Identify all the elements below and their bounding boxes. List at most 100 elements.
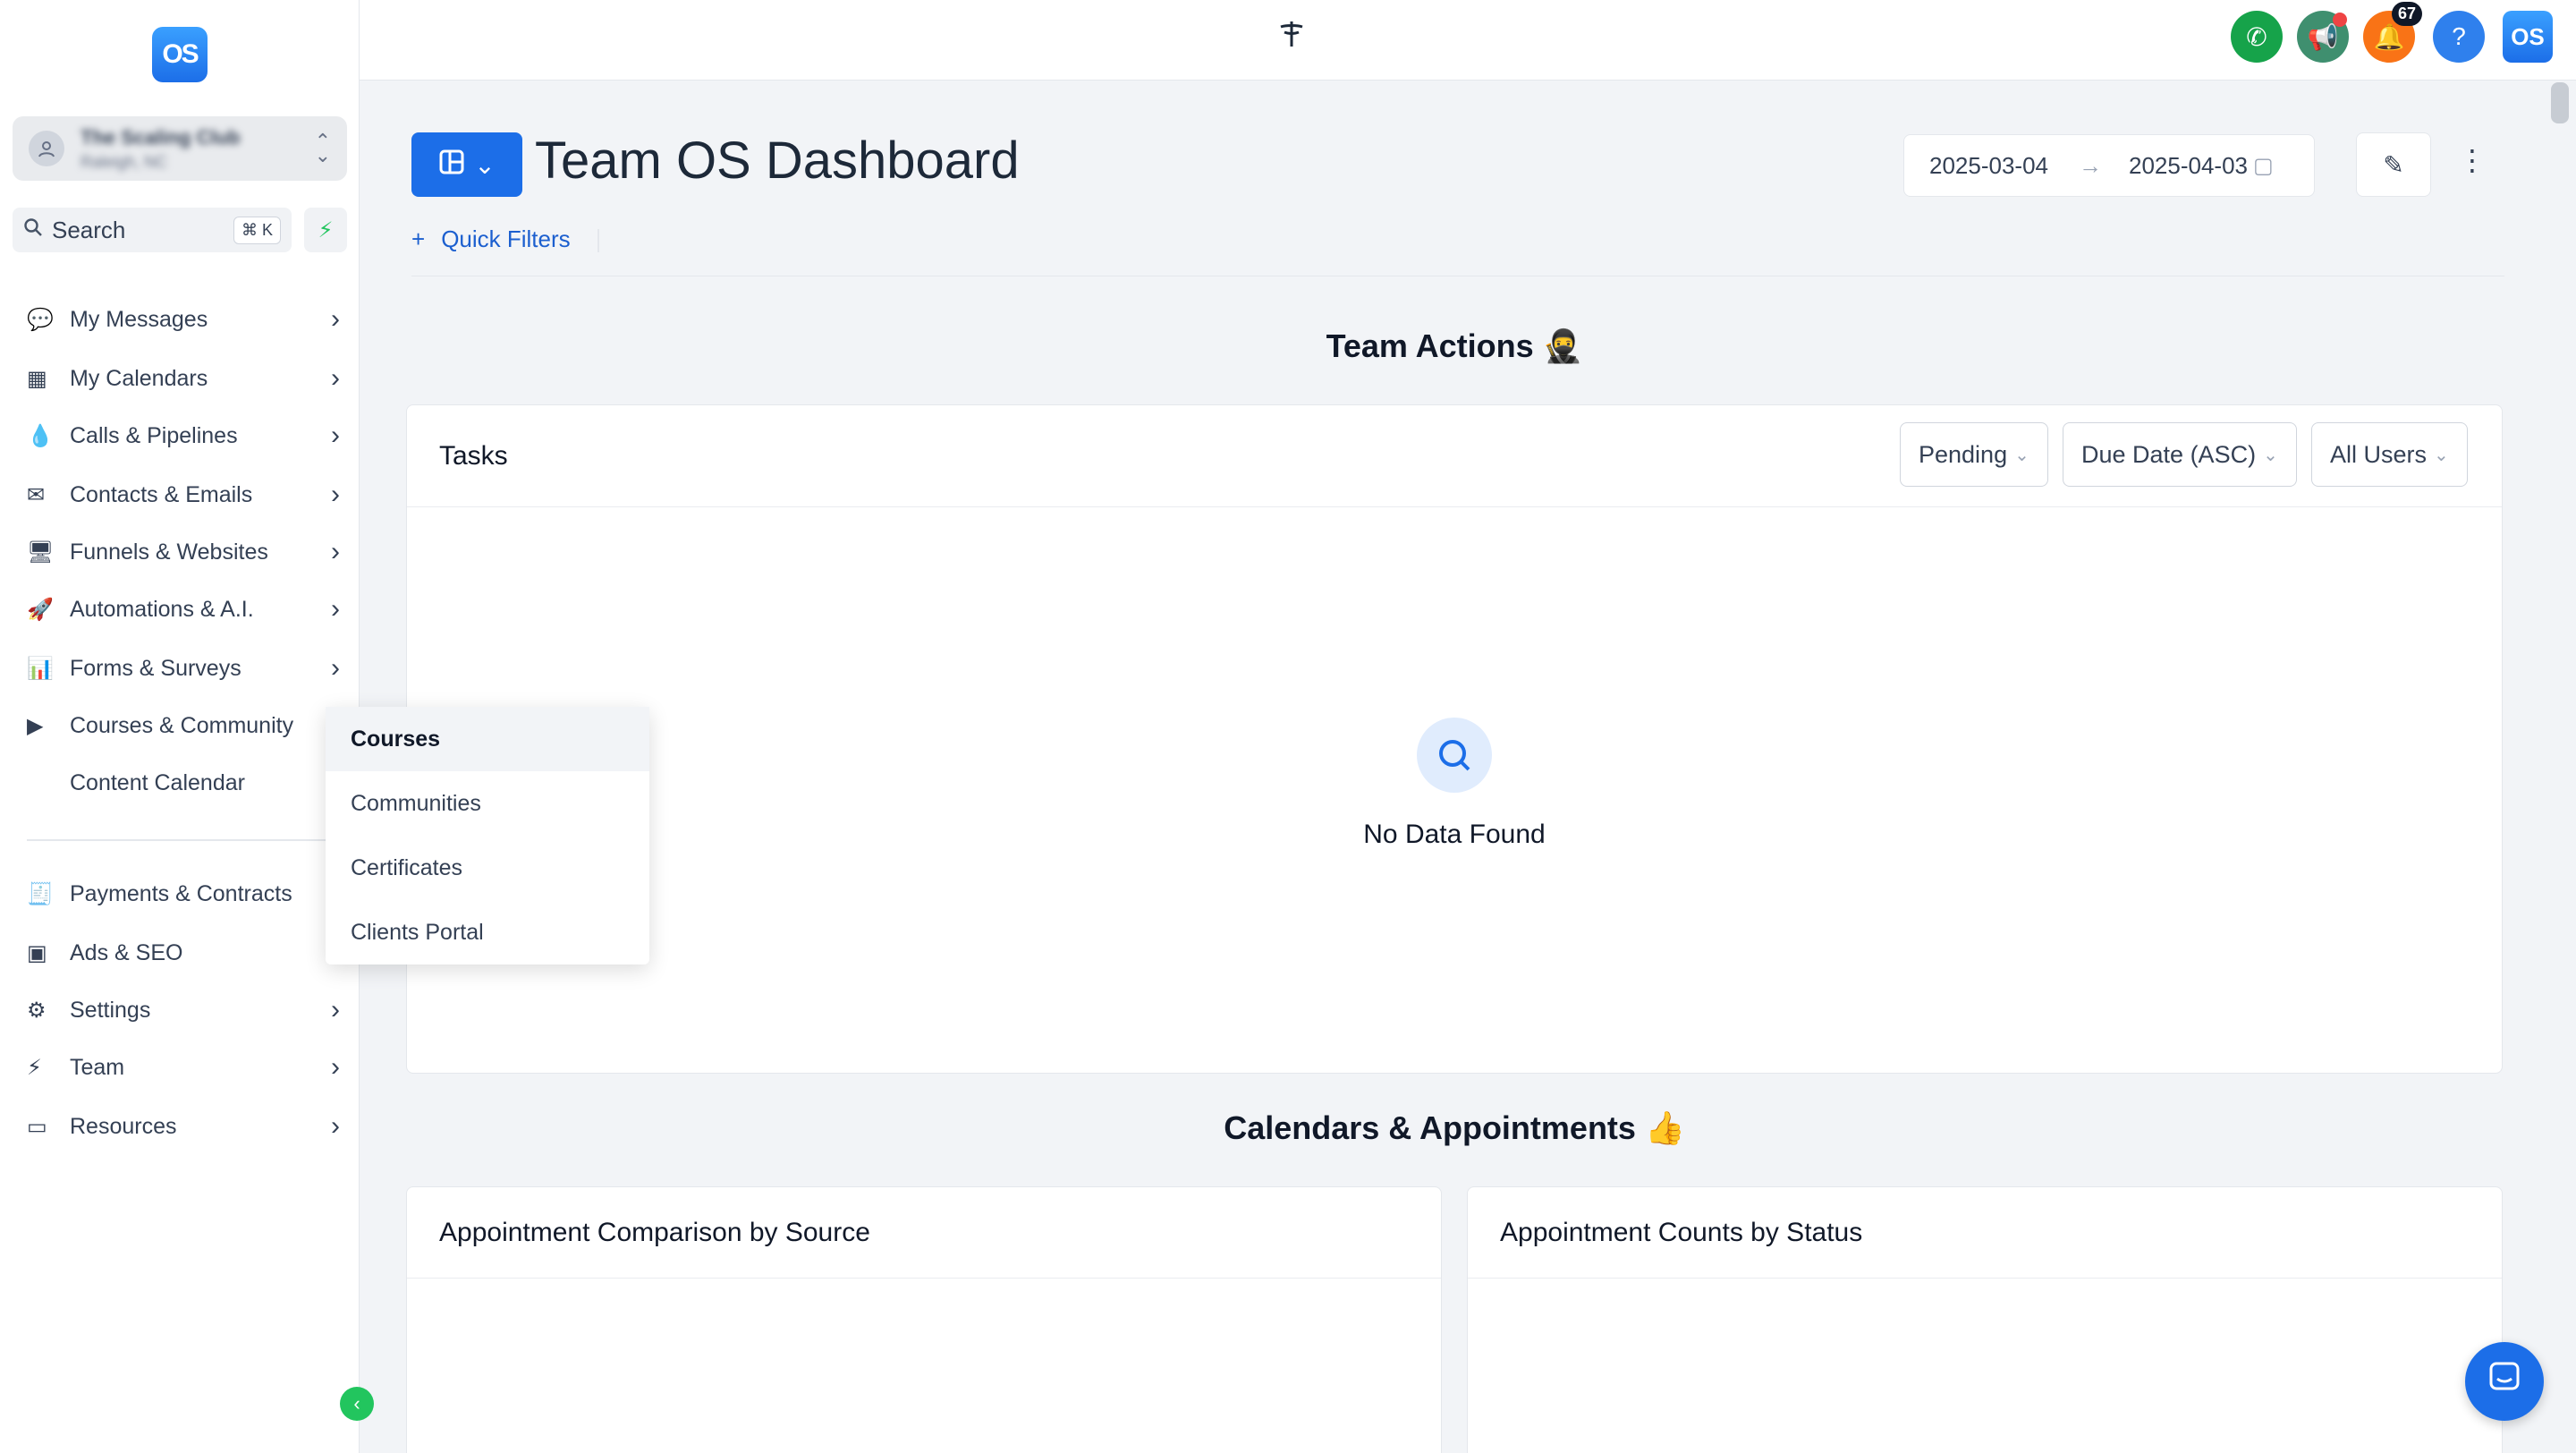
sidebar-item-contacts-emails[interactable]: ✉ Contacts & Emails ›	[27, 472, 340, 517]
help-icon: ?	[2452, 22, 2466, 50]
quick-filters-button[interactable]: + Quick Filters	[411, 225, 571, 253]
sidebar-divider	[27, 839, 331, 841]
more-options-icon[interactable]: ⋮	[2458, 143, 2487, 177]
submenu-item-clients-portal[interactable]: Clients Portal	[326, 900, 649, 964]
notifications-button[interactable]: 🔔 67	[2363, 2, 2422, 63]
sidebar-item-calls-pipelines[interactable]: 💧 Calls & Pipelines ›	[27, 413, 340, 458]
chevron-right-icon: ›	[331, 304, 340, 334]
calendar-icon: ▢	[2253, 153, 2274, 178]
phone-icon: ✆	[2246, 22, 2267, 51]
envelope-icon: ✉	[27, 482, 46, 507]
ad-icon: ▣	[27, 940, 47, 965]
search-input[interactable]: Search ⌘ K	[13, 208, 292, 252]
chevron-down-icon: ⌄	[2263, 445, 2278, 465]
status-filter-select[interactable]: Pending ⌄	[1900, 422, 2048, 487]
pencil-icon: ✎	[2383, 150, 2404, 179]
empty-state-text: No Data Found	[1363, 820, 1546, 849]
announcements-button[interactable]: 📢	[2297, 11, 2349, 63]
quick-filters-divider	[597, 229, 599, 252]
chevron-right-icon: ›	[331, 421, 340, 450]
sidebar-item-courses-community[interactable]: ▶ Courses & Community ⌄	[27, 703, 340, 748]
help-button[interactable]: ?	[2433, 11, 2485, 63]
submenu-item-certificates[interactable]: Certificates	[326, 836, 649, 900]
megaphone-icon: 📢	[2307, 22, 2339, 51]
edit-dashboard-button[interactable]: ✎	[2356, 132, 2431, 197]
chevron-right-icon: ›	[331, 995, 340, 1024]
rocket-icon: 🚀	[27, 597, 54, 622]
submenu-item-courses[interactable]: Courses	[326, 707, 649, 771]
play-icon: ▶	[27, 713, 44, 738]
sidebar-item-settings[interactable]: ⚙ Settings ›	[27, 988, 340, 1032]
page-title: Team OS Dashboard	[535, 132, 1020, 190]
chevron-right-icon: ›	[331, 363, 340, 393]
account-name: The Scaling Club	[80, 125, 241, 149]
empty-search-icon	[1417, 718, 1492, 793]
layout-grid-icon	[438, 149, 465, 182]
dashboard-switcher-button[interactable]: ⌄	[411, 132, 522, 197]
chevron-right-icon: ›	[331, 480, 340, 509]
bar-chart-icon: 📊	[27, 656, 54, 681]
gear-icon: ⚙	[27, 998, 47, 1023]
bell-icon: 🔔	[2373, 22, 2405, 51]
section-title-team-actions: Team Actions 🥷	[1326, 327, 1583, 364]
chevron-down-icon: ⌄	[2434, 445, 2449, 465]
notification-count-badge: 67	[2391, 2, 2422, 26]
sort-filter-select[interactable]: Due Date (ASC) ⌄	[2063, 422, 2297, 487]
chevron-down-icon: ⌄	[474, 150, 496, 179]
plus-icon: +	[411, 225, 426, 252]
date-end: 2025-04-03	[2129, 151, 2248, 179]
account-avatar-icon	[29, 131, 64, 166]
search-shortcut: ⌘ K	[233, 216, 281, 244]
profile-logo-button[interactable]: OS	[2503, 11, 2553, 63]
sidebar-item-funnels-websites[interactable]: 🖥 Funnels & Websites ›	[27, 530, 340, 574]
sidebar: OS The Scaling Club Raleigh, NC ⌃ ⌄ Searc…	[0, 0, 374, 1453]
calendar-icon: ▦	[27, 366, 47, 391]
brand-emblem-icon	[1265, 18, 1318, 50]
funnel-drop-icon: 💧	[27, 423, 54, 448]
sidebar-item-resources[interactable]: ▭ Resources ›	[27, 1104, 340, 1149]
sidebar-item-content-calendar[interactable]: Content Calendar ›	[27, 760, 340, 805]
appointment-status-title: Appointment Counts by Status	[1468, 1187, 2502, 1279]
chevron-down-icon: ⌄	[2014, 445, 2029, 465]
chat-bubbles-icon: 💬	[27, 307, 54, 332]
unread-dot	[2333, 13, 2347, 27]
sidebar-item-my-messages[interactable]: 💬 My Messages ›	[27, 297, 340, 342]
appointment-source-title: Appointment Comparison by Source	[407, 1187, 1441, 1279]
sidebar-item-automations[interactable]: 🚀 Automations & A.I. ›	[27, 587, 340, 632]
sidebar-item-team[interactable]: ⚡ Team ›	[27, 1045, 340, 1090]
monitor-icon: 🖥	[27, 540, 55, 565]
chat-icon	[2487, 1359, 2522, 1404]
search-icon	[23, 217, 43, 243]
date-range-picker[interactable]: 2025-03-04 → 2025-04-03 ▢	[1903, 134, 2315, 197]
battery-icon: ▭	[27, 1114, 47, 1139]
quick-action-bolt-icon[interactable]: ⚡	[304, 208, 347, 252]
appointment-status-card: Appointment Counts by Status	[1467, 1186, 2503, 1453]
search-placeholder: Search	[52, 216, 126, 243]
chevron-right-icon: ›	[331, 1052, 340, 1082]
chevron-up-down-icon: ⌃ ⌄	[314, 130, 331, 166]
phone-button[interactable]: ✆	[2231, 11, 2283, 63]
sidebar-item-ads-seo[interactable]: ▣ Ads & SEO ›	[27, 930, 340, 975]
chevron-right-icon: ›	[331, 653, 340, 683]
account-switcher[interactable]: The Scaling Club Raleigh, NC ⌃ ⌄	[13, 116, 347, 181]
invoice-icon: 🧾	[27, 881, 54, 906]
user-filter-select[interactable]: All Users ⌄	[2311, 422, 2468, 487]
arrow-right-icon: →	[2079, 151, 2102, 179]
page-scrollbar[interactable]	[2551, 82, 2569, 123]
top-bar: ✆ 📢 🔔 67 ? OS	[360, 0, 2576, 81]
courses-submenu: Courses Communities Certificates Clients…	[326, 707, 649, 964]
chevron-right-icon: ›	[331, 594, 340, 624]
chevron-right-icon: ›	[331, 537, 340, 566]
chevron-right-icon: ›	[331, 1111, 340, 1141]
submenu-item-communities[interactable]: Communities	[326, 771, 649, 836]
date-start: 2025-03-04	[1929, 151, 2048, 179]
app-logo[interactable]: OS	[152, 27, 208, 82]
sidebar-item-payments-contracts[interactable]: 🧾 Payments & Contracts ›	[27, 871, 340, 916]
appointment-source-card: Appointment Comparison by Source	[406, 1186, 1442, 1453]
chat-widget-button[interactable]	[2465, 1342, 2544, 1421]
sidebar-item-my-calendars[interactable]: ▦ My Calendars ›	[27, 356, 340, 401]
sidebar-item-forms-surveys[interactable]: 📊 Forms & Surveys ›	[27, 646, 340, 691]
collapse-sidebar-button[interactable]: ‹	[340, 1387, 374, 1421]
account-location: Raleigh, NC	[80, 152, 168, 171]
bolt-icon: ⚡	[27, 1055, 42, 1080]
